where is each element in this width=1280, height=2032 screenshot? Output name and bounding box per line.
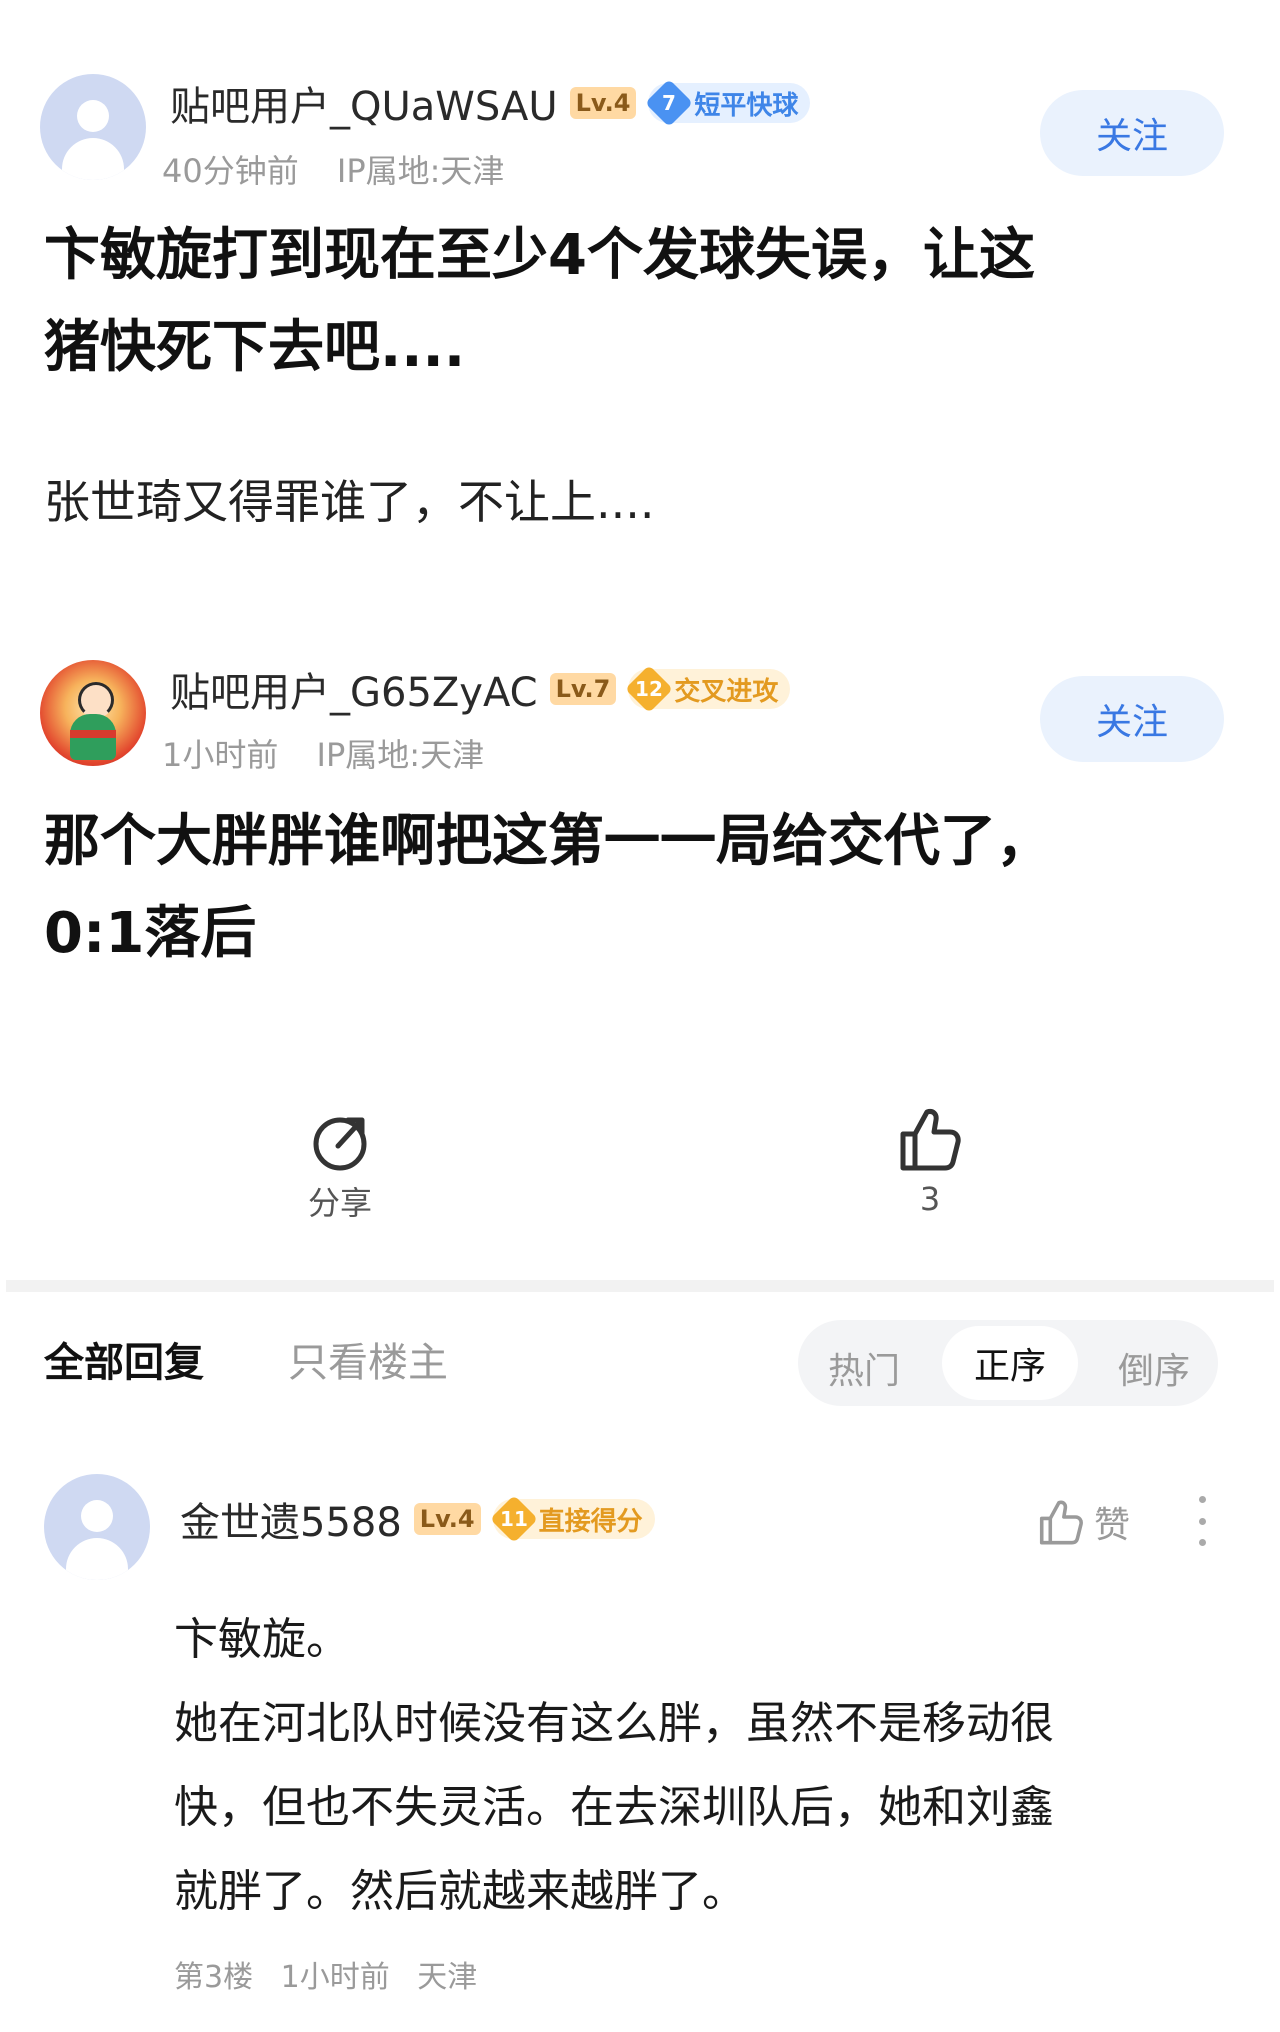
like-count: 3: [919, 1180, 941, 1218]
post1-badge-diamond-icon: 7: [645, 78, 694, 128]
sort-hot[interactable]: 热门: [828, 1342, 900, 1394]
post2-title-line2: 0:1落后: [44, 901, 257, 966]
reply-time: 1小时前: [280, 1960, 390, 1995]
section-divider: [6, 1280, 1274, 1292]
reply-location: 天津: [417, 1960, 478, 1995]
post2-username[interactable]: 贴吧用户_G65ZyAC: [170, 660, 538, 718]
tab-all-replies[interactable]: 全部回复: [44, 1330, 204, 1388]
post2-ip: IP属地:天津: [316, 736, 485, 774]
post1-honor-badge: 7 短平快球: [645, 78, 811, 128]
reply-username[interactable]: 金世遗5588: [180, 1490, 402, 1548]
thumbs-up-icon: [900, 1109, 961, 1171]
avatar-reply[interactable]: [44, 1474, 150, 1580]
post2-level-badge: Lv.7: [549, 673, 617, 705]
reply-line4: 就胖了。然后就越来越胖了。: [174, 1866, 746, 1917]
like-button[interactable]: 3: [880, 1104, 980, 1218]
reply-meta: 第3楼 1小时前 天津: [174, 1952, 477, 1996]
post2-meta: 1小时前 IP属地:天津: [162, 730, 484, 776]
tab-op-only[interactable]: 只看楼主: [288, 1330, 448, 1388]
reply-floor: 第3楼: [174, 1960, 254, 1995]
share-button[interactable]: 分享: [290, 1110, 390, 1224]
post1-body: 张世琦又得罪谁了，不让上....: [44, 475, 655, 529]
post1-meta: 40分钟前 IP属地:天津: [162, 146, 504, 192]
reply-level-badge: Lv.4: [413, 1503, 481, 1535]
post2-time: 1小时前: [162, 736, 279, 774]
more-icon[interactable]: [1192, 1496, 1212, 1546]
reply-line3: 快，但也不失灵活。在去深圳队后，她和刘鑫: [174, 1782, 1054, 1833]
reply-honor-badge: 11 直接得分: [489, 1494, 655, 1544]
post1-title-line1: 卞敏旋打到现在至少4个发球失误，让这: [44, 223, 1035, 288]
post2-follow-button[interactable]: 关注: [1040, 676, 1224, 762]
reply-like-button[interactable]: 赞: [1036, 1496, 1130, 1548]
reply-line1: 卞敏旋。: [174, 1614, 350, 1665]
reply-content: 卞敏旋。 她在河北队时候没有这么胖，虽然不是移动很 快，但也不失灵活。在去深圳队…: [174, 1598, 1054, 1934]
post1-badge-label: 短平快球: [694, 90, 799, 121]
post1-level-badge: Lv.4: [569, 87, 637, 119]
avatar-post2[interactable]: [40, 660, 146, 766]
sort-desc[interactable]: 倒序: [1118, 1342, 1190, 1394]
reply-like-label: 赞: [1094, 1505, 1131, 1546]
sort-toggle: 热门 正序 倒序: [798, 1320, 1218, 1406]
share-icon: [313, 1117, 367, 1171]
post1-user-row: 贴吧用户_QUaWSAU Lv.4 7 短平快球: [170, 74, 811, 132]
post2-badge-label: 交叉进攻: [674, 676, 779, 707]
post1-time: 40分钟前: [162, 152, 299, 190]
post1-follow-button[interactable]: 关注: [1040, 90, 1224, 176]
sort-asc[interactable]: 正序: [942, 1326, 1078, 1400]
post2-user-row: 贴吧用户_G65ZyAC Lv.7 12 交叉进攻: [170, 660, 791, 718]
share-label: 分享: [307, 1184, 372, 1222]
reply-badge-label: 直接得分: [538, 1506, 643, 1537]
reply-line2: 她在河北队时候没有这么胖，虽然不是移动很: [174, 1698, 1054, 1749]
thumbs-up-icon: [1039, 1500, 1083, 1545]
avatar-post1[interactable]: [40, 74, 146, 180]
reply-badge-diamond-icon: 11: [489, 1494, 538, 1544]
post1-username[interactable]: 贴吧用户_QUaWSAU: [170, 74, 558, 132]
post1-title: 卞敏旋打到现在至少4个发球失误，让这 猪快死下去吧....: [44, 210, 1035, 394]
post1-title-line2: 猪快死下去吧....: [44, 315, 466, 380]
post2-title-line1: 那个大胖胖谁啊把这第一一局给交代了，: [44, 809, 1052, 874]
post2-honor-badge: 12 交叉进攻: [625, 664, 791, 714]
post2-title: 那个大胖胖谁啊把这第一一局给交代了， 0:1落后: [44, 796, 1052, 980]
post1-ip: IP属地:天津: [336, 152, 505, 190]
post2-badge-diamond-icon: 12: [625, 664, 674, 714]
reply-user-row: 金世遗5588 Lv.4 11 直接得分: [180, 1490, 655, 1548]
